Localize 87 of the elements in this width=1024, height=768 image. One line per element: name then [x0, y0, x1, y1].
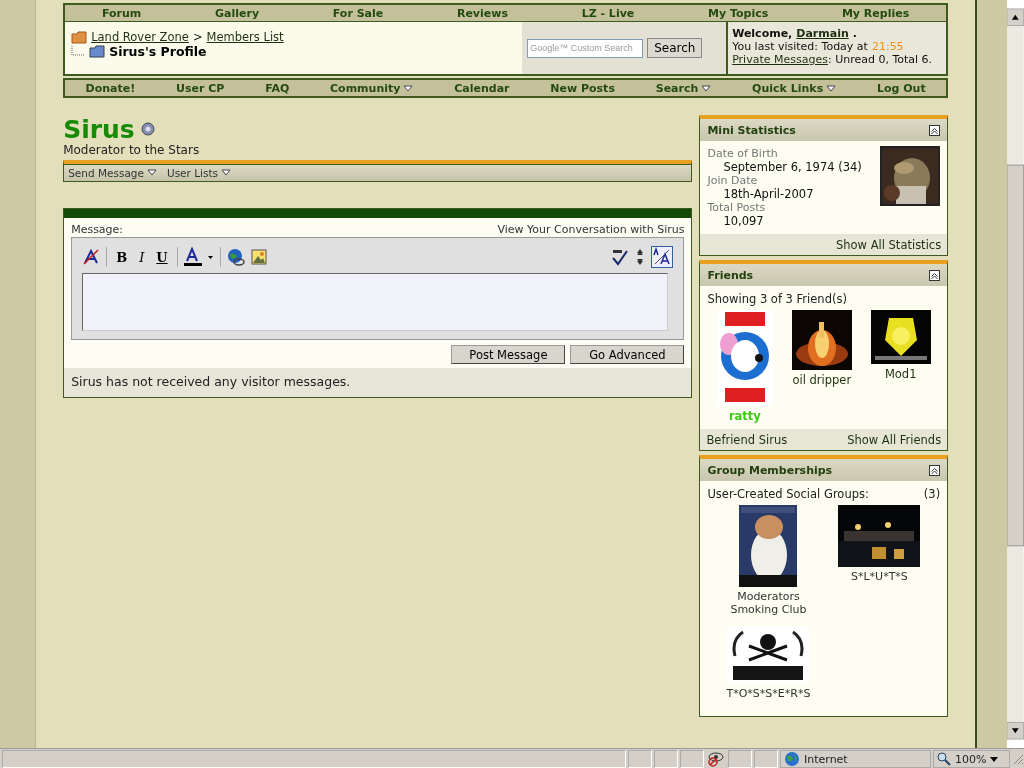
search-button[interactable]: Search [647, 38, 703, 58]
zoom-level-text: 100% [955, 752, 987, 766]
stat-label: Date of Birth [707, 147, 779, 160]
action-menu[interactable]: Send Message [68, 166, 157, 179]
search-field[interactable]: Google™ Custom Search [527, 38, 644, 58]
panel-title: Group Memberships [707, 463, 833, 477]
dropdown-arrow-icon [221, 169, 232, 176]
image-icon [250, 249, 267, 265]
folder-icon [89, 45, 106, 58]
folder-icon [71, 30, 88, 44]
friend-action-link[interactable]: Show All Friends [847, 433, 942, 447]
zoom-icon [937, 752, 951, 766]
group-link[interactable]: S*L*U*T*S [834, 570, 925, 583]
dropdown-arrow-icon [146, 169, 157, 176]
format-button[interactable]: U [153, 249, 171, 265]
nav-link[interactable]: For Sale [328, 4, 388, 22]
nav-link[interactable]: Log Out [872, 79, 930, 97]
stat-label: Total Posts [707, 201, 767, 214]
group-link[interactable]: T*O*S*S*E*R*S [723, 687, 814, 700]
punctuation-text: . [852, 27, 857, 40]
status-bar-panel [754, 750, 778, 768]
nav-link[interactable]: FAQ [261, 79, 294, 97]
message-counts-text: : Unread 0, Total 6. [827, 53, 933, 66]
status-bar-panel [628, 750, 652, 768]
nav-link[interactable]: New Posts [546, 79, 619, 97]
resize-grip-icon [1012, 753, 1024, 765]
private-messages-link[interactable]: Private Messages [732, 53, 828, 66]
nav-link[interactable]: User CP [172, 79, 229, 97]
status-bar-panel [654, 750, 678, 768]
welcome-text: Welcome, [732, 27, 793, 40]
spell-check-icon [611, 248, 630, 266]
panel-title: Mini Statistics [707, 123, 796, 137]
empty-message-note: Sirus has not received any visitor messages. [64, 368, 692, 397]
format-button[interactable]: B [113, 249, 131, 265]
globe-link-icon [226, 248, 245, 266]
collapse-button-icon[interactable] [929, 464, 941, 476]
nav-link[interactable]: Search [651, 79, 716, 97]
status-bar-panel [680, 750, 704, 768]
username-link[interactable]: Darmain [796, 27, 849, 40]
stat-value: 18th-April-2007 [722, 187, 815, 201]
dropdown-arrow-icon [990, 756, 999, 762]
collapse-button-icon[interactable] [929, 269, 941, 281]
format-button[interactable]: I [136, 249, 148, 265]
privacy-icon [706, 751, 726, 767]
page-title: Sirus's Profile [109, 44, 207, 59]
groups-count: (3) [923, 487, 941, 501]
friend-action-link[interactable]: Befriend Sirus [706, 433, 788, 447]
groups-heading: User-Created Social Groups: [707, 487, 869, 501]
profile-name: Sirus [63, 114, 135, 144]
last-visited-text: You last visited: Today at [732, 40, 868, 53]
field-label: Message: [71, 223, 124, 236]
nav-link[interactable]: LZ - Live [577, 4, 639, 22]
breadcrumb-link[interactable]: Members List [206, 30, 284, 44]
nav-link[interactable]: Community [326, 79, 418, 97]
friend-link[interactable]: Mod1 [884, 367, 917, 381]
globe-icon [784, 751, 800, 767]
collapse-button-icon[interactable] [929, 124, 941, 136]
stat-label: Join Date [707, 174, 759, 187]
nav-link[interactable]: Calendar [450, 79, 514, 97]
friend-count-text: Showing 3 of 3 Friend(s) [707, 292, 848, 306]
group-link[interactable]: Moderators Smoking Club [723, 590, 814, 616]
form-button[interactable]: Go Advanced [570, 345, 685, 364]
nav-link[interactable]: My Topics [703, 4, 773, 22]
nav-link[interactable]: Quick Links [748, 79, 841, 97]
font-color-icon [183, 247, 214, 267]
friend-link[interactable]: oil dripper [792, 373, 852, 387]
security-zone-text: Internet [804, 752, 848, 766]
stat-value: September 6, 1974 (34) [722, 160, 862, 174]
remove-format-icon [82, 248, 101, 266]
action-menu[interactable]: User Lists [166, 166, 232, 179]
breadcrumb-separator: > [192, 30, 203, 44]
tree-connector-icon [71, 45, 86, 58]
message-input[interactable] [82, 273, 669, 331]
resize-arrows-icon [635, 248, 646, 266]
nav-link[interactable]: Reviews [452, 4, 512, 22]
conversation-link[interactable]: View Your Conversation with Sirus [497, 223, 685, 236]
last-visited-time: 21:55 [871, 40, 904, 53]
form-button[interactable]: Post Message [451, 345, 566, 364]
breadcrumb-link[interactable]: Land Rover Zone [91, 30, 189, 44]
stat-value: 10,097 [722, 214, 765, 228]
nav-link[interactable]: My Replies [837, 4, 914, 22]
nav-link[interactable]: Donate! [81, 79, 140, 97]
panel-title: Friends [707, 268, 754, 282]
status-bar-panel [728, 750, 752, 768]
nav-link[interactable]: Forum [98, 4, 146, 22]
nav-link[interactable]: Gallery [211, 4, 264, 22]
user-title: Moderator to the Stars [63, 143, 201, 157]
